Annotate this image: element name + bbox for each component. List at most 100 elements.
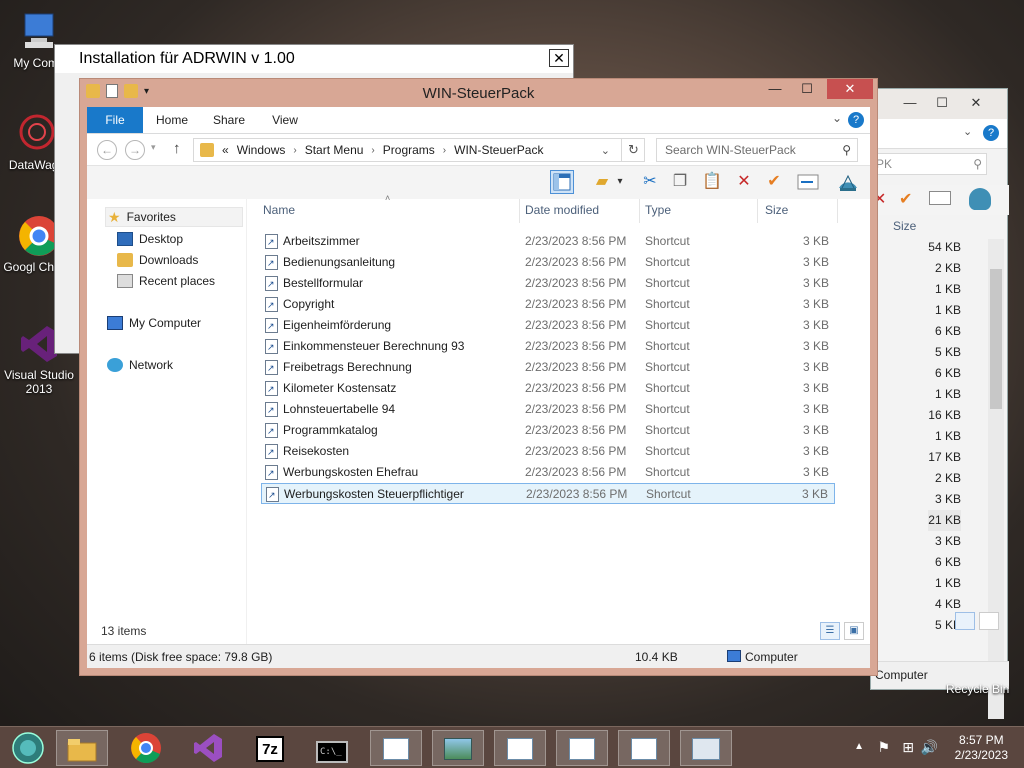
refresh-button[interactable]: ↻ xyxy=(621,138,645,162)
vertical-scrollbar[interactable] xyxy=(988,239,1004,719)
breadcrumb-programs[interactable]: Programs xyxy=(383,143,435,157)
view-tiles-icon[interactable] xyxy=(979,612,999,630)
chevron-right-icon[interactable]: › xyxy=(443,145,446,156)
view-large-icons-icon[interactable]: ▣ xyxy=(844,622,864,640)
file-row[interactable]: Reisekosten 2/23/2023 8:56 PM Shortcut 3… xyxy=(261,441,835,463)
taskbar-window-icon[interactable] xyxy=(370,730,422,766)
file-row[interactable]: Einkommensteuer Berechnung 93 2/23/2023 … xyxy=(261,336,835,358)
taskbar-file-explorer-icon[interactable] xyxy=(56,730,108,766)
up-button[interactable]: ↑ xyxy=(173,140,181,157)
search-icon[interactable]: ⚲ xyxy=(842,139,851,161)
column-divider[interactable] xyxy=(837,199,838,223)
file-row[interactable]: Werbungskosten Ehefrau 2/23/2023 8:56 PM… xyxy=(261,462,835,484)
nav-favorites[interactable]: ★ Favorites xyxy=(105,207,243,227)
copy-icon[interactable]: ❐ xyxy=(668,170,692,194)
cut-icon[interactable]: ✂ xyxy=(638,170,662,194)
minimize-icon[interactable]: — xyxy=(895,93,925,113)
file-row[interactable]: Bedienungsanleitung 2/23/2023 8:56 PM Sh… xyxy=(261,252,835,274)
recycle-bin-label[interactable]: Recycle Bin xyxy=(946,682,1009,696)
taskbar-window-icon[interactable] xyxy=(618,730,670,766)
taskbar-chrome-icon[interactable] xyxy=(120,730,172,766)
start-button[interactable] xyxy=(2,730,54,766)
close-button[interactable]: ✕ xyxy=(827,79,873,99)
file-row[interactable]: Lohnsteuertabelle 94 2/23/2023 8:56 PM S… xyxy=(261,399,835,421)
preview-pane-icon[interactable] xyxy=(550,170,574,194)
close-icon[interactable]: ✕ xyxy=(961,93,991,113)
background-explorer-window[interactable]: — ☐ ✕ ⌄ ? PK ⚲ ✕ ✔ Size 54 KB 2 KB 1 KB … xyxy=(870,88,1009,719)
background-search-input[interactable]: PK ⚲ xyxy=(871,153,987,175)
show-hidden-icons[interactable]: ▲ xyxy=(854,741,864,752)
minimize-button[interactable]: — xyxy=(759,79,791,99)
maximize-icon[interactable]: ☐ xyxy=(927,93,957,113)
help-icon[interactable]: ? xyxy=(848,112,864,128)
scrollbar-thumb[interactable] xyxy=(990,269,1002,409)
taskbar-visual-studio-icon[interactable] xyxy=(182,730,234,766)
paste-icon[interactable]: 📋 xyxy=(700,170,724,194)
taskbar-window-icon[interactable] xyxy=(556,730,608,766)
recent-locations-icon[interactable]: ▾ xyxy=(151,142,156,153)
action-center-flag-icon[interactable]: ⚑ xyxy=(877,739,890,756)
column-header-name[interactable]: Name xyxy=(263,203,295,217)
file-row[interactable]: Freibetrags Berechnung 2/23/2023 8:56 PM… xyxy=(261,357,835,379)
explorer-window[interactable]: ▾ WIN-SteuerPack — ☐ ✕ File Home Share V… xyxy=(79,78,878,676)
column-divider[interactable] xyxy=(757,199,758,223)
rename-icon[interactable] xyxy=(929,191,951,205)
chevron-right-icon[interactable]: › xyxy=(371,145,374,156)
taskbar-cmd-icon[interactable]: C:\_ xyxy=(306,730,358,766)
nav-my-computer[interactable]: My Computer xyxy=(107,313,201,333)
help-icon[interactable]: ? xyxy=(983,125,999,141)
chevron-right-icon[interactable]: › xyxy=(293,145,296,156)
installer-close-button[interactable]: ✕ xyxy=(549,49,569,67)
column-divider[interactable] xyxy=(639,199,640,223)
expand-ribbon-icon[interactable]: ⌄ xyxy=(832,111,842,125)
volume-icon[interactable]: 🔊 xyxy=(921,739,938,756)
address-dropdown-icon[interactable]: ⌄ xyxy=(601,144,610,157)
file-row[interactable]: Bestellformular 2/23/2023 8:56 PM Shortc… xyxy=(261,273,835,295)
address-bar[interactable]: « Windows › Start Menu › Programs › WIN-… xyxy=(193,138,645,162)
view-details-icon[interactable]: ☰ xyxy=(820,622,840,640)
taskbar-performance-icon[interactable] xyxy=(680,730,732,766)
back-button[interactable]: ← xyxy=(97,140,117,160)
chevron-down-icon[interactable]: ⌄ xyxy=(963,125,972,138)
checkmark-icon[interactable]: ✔ xyxy=(899,189,912,209)
dropdown-icon[interactable]: ▾ xyxy=(614,170,626,194)
tab-share[interactable]: Share xyxy=(207,107,251,133)
file-row-selected[interactable]: Werbungskosten Steuerpflichtiger 2/23/20… xyxy=(261,483,835,506)
file-row[interactable]: Kilometer Kostensatz 2/23/2023 8:56 PM S… xyxy=(261,378,835,400)
file-row[interactable]: Programmkatalog 2/23/2023 8:56 PM Shortc… xyxy=(261,420,835,442)
file-row[interactable]: Eigenheimförderung 2/23/2023 8:56 PM Sho… xyxy=(261,315,835,337)
breadcrumb-windows[interactable]: Windows xyxy=(237,143,286,157)
nav-downloads[interactable]: Downloads xyxy=(117,250,198,270)
size-column-header[interactable]: Size xyxy=(893,219,916,233)
nav-network[interactable]: Network xyxy=(107,355,173,375)
rename-icon[interactable] xyxy=(796,170,820,194)
tab-home[interactable]: Home xyxy=(151,107,193,133)
breadcrumb-win-steuerpack[interactable]: WIN-SteuerPack xyxy=(454,143,543,157)
breadcrumb-start-menu[interactable]: Start Menu xyxy=(305,143,364,157)
column-header-size[interactable]: Size xyxy=(765,203,788,217)
column-divider[interactable] xyxy=(519,199,520,223)
forward-button[interactable]: → xyxy=(125,140,145,160)
checkmark-icon[interactable]: ✔ xyxy=(762,170,786,194)
view-details-icon[interactable] xyxy=(955,612,975,630)
shell-icon[interactable] xyxy=(969,188,991,210)
tab-file[interactable]: File xyxy=(87,107,143,133)
column-header-type[interactable]: Type xyxy=(645,203,671,217)
file-row[interactable]: Copyright 2/23/2023 8:56 PM Shortcut 3 K… xyxy=(261,294,835,316)
nav-recent-places[interactable]: Recent places xyxy=(117,271,215,291)
clock[interactable]: 8:57 PM 2/23/2023 xyxy=(955,733,1008,763)
column-header-date[interactable]: Date modified xyxy=(525,203,599,217)
taskbar-image-window-icon[interactable] xyxy=(432,730,484,766)
tab-view[interactable]: View xyxy=(265,107,305,133)
search-input[interactable]: Search WIN-SteuerPack ⚲ xyxy=(656,138,858,162)
delete-icon[interactable]: ✕ xyxy=(732,170,756,194)
breadcrumb-overflow[interactable]: « xyxy=(222,143,229,157)
folder-options-icon[interactable]: ▰ xyxy=(590,170,614,194)
nav-desktop[interactable]: Desktop xyxy=(117,229,183,249)
network-tray-icon[interactable]: ⊞ xyxy=(902,739,914,756)
maximize-button[interactable]: ☐ xyxy=(791,79,823,99)
shell-icon[interactable] xyxy=(836,170,860,194)
taskbar-window-icon[interactable] xyxy=(494,730,546,766)
taskbar-7zip-icon[interactable]: 7z xyxy=(244,730,296,766)
file-row[interactable]: Arbeitszimmer 2/23/2023 8:56 PM Shortcut… xyxy=(261,231,835,253)
